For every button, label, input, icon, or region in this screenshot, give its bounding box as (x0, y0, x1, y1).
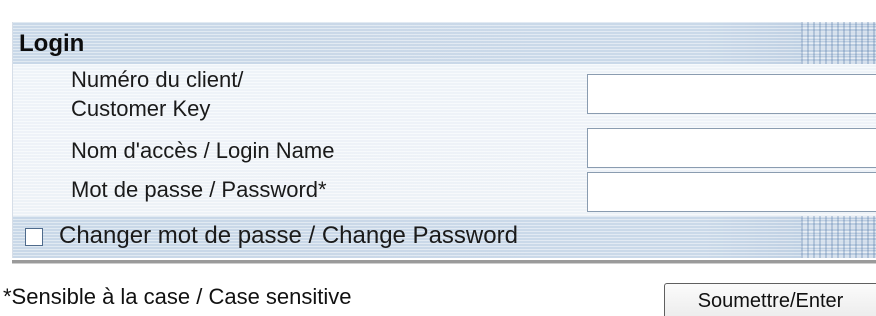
login-name-input[interactable] (587, 128, 876, 168)
customer-key-label-line2: Customer Key (71, 96, 211, 121)
password-input[interactable] (587, 172, 876, 212)
customer-key-input[interactable] (587, 74, 876, 114)
change-password-label[interactable]: Changer mot de passe / Change Password (59, 221, 518, 251)
change-password-checkbox[interactable] (25, 228, 43, 246)
login-panel: Login Numéro du client/ Customer Key Nom… (12, 22, 876, 258)
customer-key-label-line1: Numéro du client/ (71, 67, 244, 92)
submit-button[interactable]: Soumettre/Enter (664, 283, 876, 316)
login-header: Login (13, 22, 876, 64)
section-divider (12, 260, 876, 264)
login-title: Login (19, 30, 85, 57)
password-label: Mot de passe / Password* (71, 177, 327, 202)
change-password-row: Changer mot de passe / Change Password (13, 216, 876, 258)
case-sensitive-note: *Sensible à la case / Case sensitive (3, 284, 352, 309)
row-decoration (801, 216, 876, 258)
header-decoration (801, 22, 876, 64)
login-name-label: Nom d'accès / Login Name (71, 138, 335, 163)
